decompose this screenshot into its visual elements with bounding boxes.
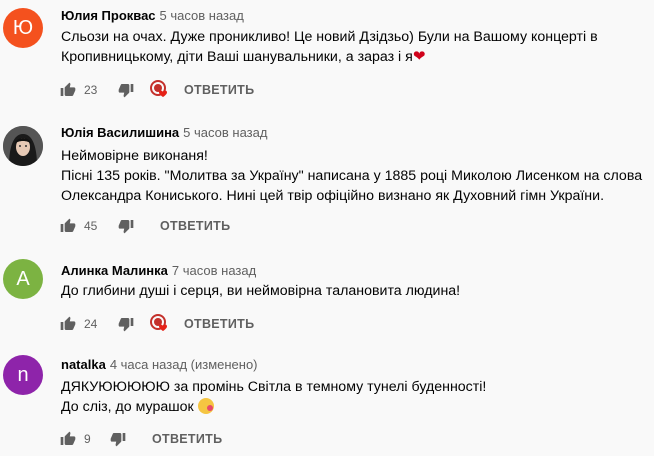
avatar-letter: А [16,267,30,290]
reply-button[interactable]: ОТВЕТИТЬ [160,219,230,233]
dislike-button[interactable] [114,78,138,102]
avatar[interactable]: n [3,355,43,395]
like-count: 45 [84,219,98,233]
reply-button[interactable]: ОТВЕТИТЬ [184,83,254,97]
dislike-button[interactable] [114,312,138,336]
like-count: 23 [84,83,98,97]
comment-text: ДЯКУЮЮЮЮЮ за промінь Світла в темному ту… [61,377,486,417]
comment-line: Сльози на очах. Дуже проникливо! Це нови… [61,29,598,45]
comment-time[interactable]: 4 часа назад (изменено) [110,357,258,372]
avatar-photo-icon [3,126,43,166]
author-name[interactable]: Юлия Проквас [61,8,156,23]
comment-header: Юлія Василишина 5 часов назад [61,124,267,142]
thumbs-down-icon [118,318,134,332]
thumbs-up-icon [60,316,76,330]
comment-text: Неймовірне виконаня! Пісні 135 років. "М… [61,146,642,206]
author-name[interactable]: Алинка Малинка [61,263,168,278]
comment-time[interactable]: 7 часов назад [172,263,256,278]
comment-header: natalka 4 часа назад (изменено) [61,356,258,374]
like-button[interactable] [56,427,80,451]
comment-line: До глибини душі і серця, ви неймовірна т… [61,283,461,299]
comment-header: Юлия Проквас 5 часов назад [61,7,244,25]
comment-line: До сліз, до мурашок [61,397,486,417]
avatar-letter: n [17,363,29,386]
comment-text: До глибини душі і серця, ви неймовірна т… [61,281,460,301]
comment-header: Алинка Малинка 7 часов назад [61,262,256,280]
avatar-letter: Ю [12,16,34,39]
thumbs-up-icon [60,431,76,445]
comment-line: Неймовірне виконаня! [61,148,208,164]
thumbs-up-icon [60,82,76,96]
comment-time[interactable]: 5 часов назад [160,8,244,23]
reply-button[interactable]: ОТВЕТИТЬ [184,317,254,331]
thumbs-down-icon [110,433,126,447]
heart-emoji-icon: ❤ [412,48,426,65]
like-button[interactable] [56,78,80,102]
creator-heart-badge [148,78,172,102]
creator-heart-icon [150,80,167,97]
comment-line: Кропивницькому, діти Ваші шанувальники, … [61,48,426,65]
comment-line: Пісні 135 років. "Молитва за Україну" на… [61,168,643,184]
comment-actions: 45 ОТВЕТИТЬ [56,214,230,238]
comment-line: ДЯКУЮЮЮЮЮ за промінь Світла в темному ту… [61,379,487,395]
comment-actions: 9 ОТВЕТИТЬ [56,427,222,451]
thumbs-down-icon [118,84,134,98]
creator-heart-badge [148,312,172,336]
reply-button[interactable]: ОТВЕТИТЬ [152,432,222,446]
author-name[interactable]: natalka [61,357,106,372]
author-name[interactable]: Юлія Василишина [61,125,179,140]
like-button[interactable] [56,214,80,238]
comment-text: Сльози на очах. Дуже проникливо! Це нови… [61,27,598,67]
creator-heart-icon [150,314,167,331]
comment-actions: 23 ОТВЕТИТЬ [56,78,254,102]
like-button[interactable] [56,312,80,336]
thumbs-down-icon [118,220,134,234]
blowing-kiss-emoji-icon [197,398,214,414]
dislike-button[interactable] [106,427,130,451]
avatar[interactable]: А [3,259,43,299]
thumbs-up-icon [60,218,76,232]
comment-time[interactable]: 5 часов назад [183,125,267,140]
comment-actions: 24 ОТВЕТИТЬ [56,312,254,336]
comment-line: Олександра Кониського. Нині цей твір офі… [61,188,605,204]
like-count: 24 [84,317,98,331]
dislike-button[interactable] [114,214,138,238]
avatar[interactable] [3,126,43,166]
avatar[interactable]: Ю [3,8,43,48]
like-count: 9 [84,432,91,446]
